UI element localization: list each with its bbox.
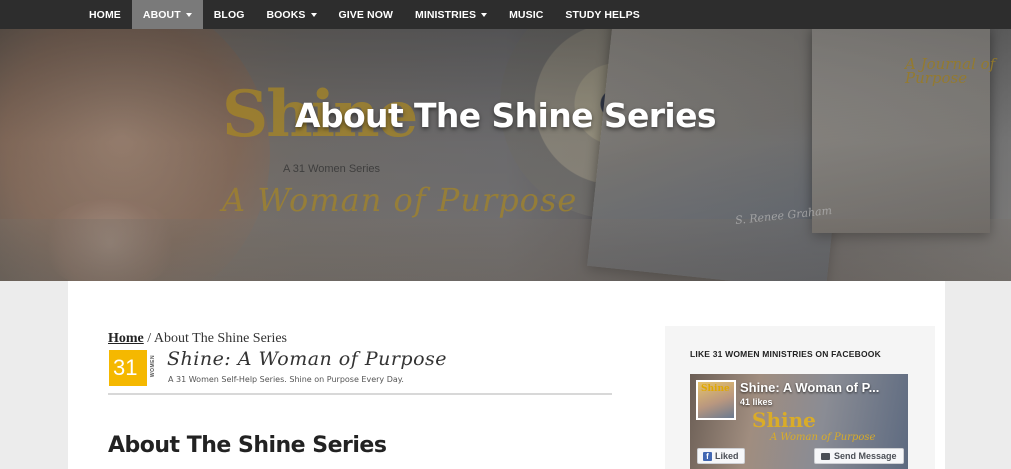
nav-home[interactable]: HOME (78, 0, 132, 29)
breadcrumb-separator: / (143, 331, 154, 346)
caret-down-icon (185, 12, 192, 17)
nav-books[interactable]: BOOKS (255, 0, 327, 29)
nav-books-label: BOOKS (266, 8, 306, 21)
nav-about[interactable]: ABOUT (131, 0, 203, 29)
page-heading: About The Shine Series (108, 433, 387, 458)
nav-study-helps[interactable]: STUDY HELPS (554, 0, 650, 29)
nav-music[interactable]: MUSIC (498, 0, 554, 29)
nav-menu: HOME ABOUT BLOG BOOKS GIVE NOW MINISTRIE… (78, 0, 651, 29)
logo-word-text: WOMEN (150, 354, 157, 378)
series-banner: 31 WOMEN Shine: A Woman of Purpose A 31 … (108, 348, 612, 395)
banner-title: Shine: A Woman of Purpose (167, 348, 448, 370)
fb-liked-button[interactable]: f Liked (697, 448, 745, 464)
nav-blog-label: BLOG (213, 8, 245, 21)
caret-down-icon (481, 12, 488, 17)
banner-subtitle: A 31 Women Self-Help Series. Shine on Pu… (168, 375, 404, 384)
sidebar: LIKE 31 WOMEN MINISTRIES ON FACEBOOK Shi… (665, 326, 935, 469)
fb-liked-label: Liked (715, 451, 739, 461)
nav-give-now[interactable]: GIVE NOW (328, 0, 404, 29)
hero-banner: Shine A 31 Women Series A Woman of Purpo… (0, 29, 1011, 281)
nav-blog[interactable]: BLOG (203, 0, 256, 29)
31-women-logo: 31 (109, 350, 147, 386)
fb-send-label: Send Message (834, 451, 897, 461)
fb-cover-wop: A Woman of Purpose (770, 432, 876, 443)
nav-ministries[interactable]: MINISTRIES (404, 0, 498, 29)
fb-cover-shine: Shine (752, 408, 816, 432)
hero-title: About The Shine Series (295, 96, 717, 135)
main-content: Home / About The Shine Series 31 WOMEN S… (68, 281, 945, 469)
nav-give-now-label: GIVE NOW (338, 8, 393, 21)
top-nav: HOME ABOUT BLOG BOOKS GIVE NOW MINISTRIE… (0, 0, 1011, 29)
nav-ministries-label: MINISTRIES (414, 8, 477, 21)
message-icon (821, 452, 830, 460)
fb-page-avatar[interactable]: Shine (696, 380, 736, 420)
logo-word: WOMEN (150, 351, 161, 385)
nav-study-helps-label: STUDY HELPS (565, 8, 640, 21)
fb-avatar-text: Shine (698, 382, 734, 418)
caret-down-icon (310, 12, 317, 17)
breadcrumb-current: About The Shine Series (153, 331, 288, 346)
breadcrumb: Home / About The Shine Series (108, 331, 287, 347)
fb-send-message-button[interactable]: Send Message (814, 448, 904, 464)
nav-about-label: ABOUT (142, 8, 181, 21)
facebook-widget-heading: LIKE 31 WOMEN MINISTRIES ON FACEBOOK (690, 349, 881, 359)
logo-number: 31 (113, 355, 138, 380)
nav-music-label: MUSIC (509, 8, 544, 21)
hero-overlay (0, 29, 1011, 281)
facebook-page-widget[interactable]: Shine A Woman of Purpose Shine Shine: A … (690, 374, 908, 469)
nav-home-label: HOME (89, 8, 121, 21)
facebook-icon: f (703, 451, 712, 461)
fb-page-name-link[interactable]: Shine: A Woman of P... (740, 380, 879, 395)
fb-likes-count: 41 likes (740, 397, 773, 407)
breadcrumb-home-link[interactable]: Home (108, 331, 144, 346)
